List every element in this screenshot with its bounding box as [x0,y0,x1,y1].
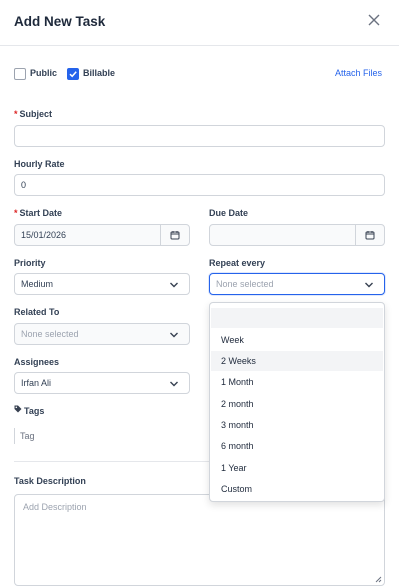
chevron-down-icon [170,282,178,288]
billable-label: Billable [83,68,116,78]
add-task-modal: Add New Task Public Billable Attach File… [0,0,399,586]
chevron-down-icon [170,381,178,387]
close-icon[interactable] [367,13,383,29]
related-to-select[interactable]: None selected [14,323,190,345]
assignees-select[interactable]: Irfan Ali [14,372,190,394]
start-date-label: * Start Date [14,208,62,218]
due-date-label: Due Date [209,208,249,218]
priority-value: Medium [21,279,54,289]
dropdown-search-input[interactable] [211,308,383,328]
required-asterisk: * [14,109,18,119]
tag-icon [14,405,22,413]
billable-checkbox[interactable] [67,68,79,80]
hourly-rate-label: Hourly Rate [14,159,65,169]
tags-label: Tags [24,406,45,416]
related-to-value: None selected [21,329,79,339]
resize-handle-icon[interactable] [375,576,382,583]
hourly-rate-input[interactable]: 0 [14,174,385,196]
priority-select[interactable]: Medium [14,273,190,295]
attach-files-link[interactable]: Attach Files [335,68,382,78]
task-description-label: Task Description [14,476,86,486]
due-date-input[interactable] [209,224,385,246]
dropdown-option-3-month[interactable]: 3 month [211,415,383,435]
start-date-label-text: Start Date [19,208,63,218]
chevron-down-icon [170,332,178,338]
public-label: Public [30,68,58,78]
dropdown-option-6-month[interactable]: 6 month [211,436,383,456]
modal-header: Add New Task [0,0,399,46]
subject-input[interactable] [14,125,385,147]
check-icon [69,71,77,78]
task-description-textarea[interactable]: Add Description [14,494,385,586]
modal-title: Add New Task [14,14,106,29]
related-to-label: Related To [14,307,60,317]
subject-label-text: Subject [19,109,53,119]
calendar-icon [170,231,180,240]
chevron-down-icon [365,282,373,288]
assignees-value: Irfan Ali [21,378,52,388]
calendar-icon [365,231,375,240]
dropdown-option-week[interactable]: Week [211,330,383,350]
calendar-button[interactable] [355,225,384,245]
task-description-placeholder: Add Description [23,502,87,512]
calendar-button[interactable] [160,225,189,245]
start-date-value: 15/01/2026 [21,230,67,240]
start-date-input[interactable]: 15/01/2026 [14,224,190,246]
dropdown-option-2-weeks[interactable]: 2 Weeks [211,351,383,371]
public-checkbox[interactable] [14,68,26,80]
tags-input[interactable]: Tag [14,428,190,444]
repeat-every-select[interactable]: None selected [209,273,385,295]
dropdown-option-1-year[interactable]: 1 Year [211,458,383,478]
dropdown-option-1-month[interactable]: 1 Month [211,372,383,392]
repeat-every-label: Repeat every [209,258,266,268]
required-asterisk: * [14,208,18,218]
dropdown-option-custom[interactable]: Custom [211,479,383,499]
repeat-every-value: None selected [216,279,274,289]
subject-label: * Subject [14,109,52,119]
repeat-every-dropdown: Week 2 Weeks 1 Month 2 month 3 month 6 m… [209,302,385,502]
assignees-label: Assignees [14,357,60,367]
dropdown-option-2-month[interactable]: 2 month [211,394,383,414]
priority-label: Priority [14,258,46,268]
